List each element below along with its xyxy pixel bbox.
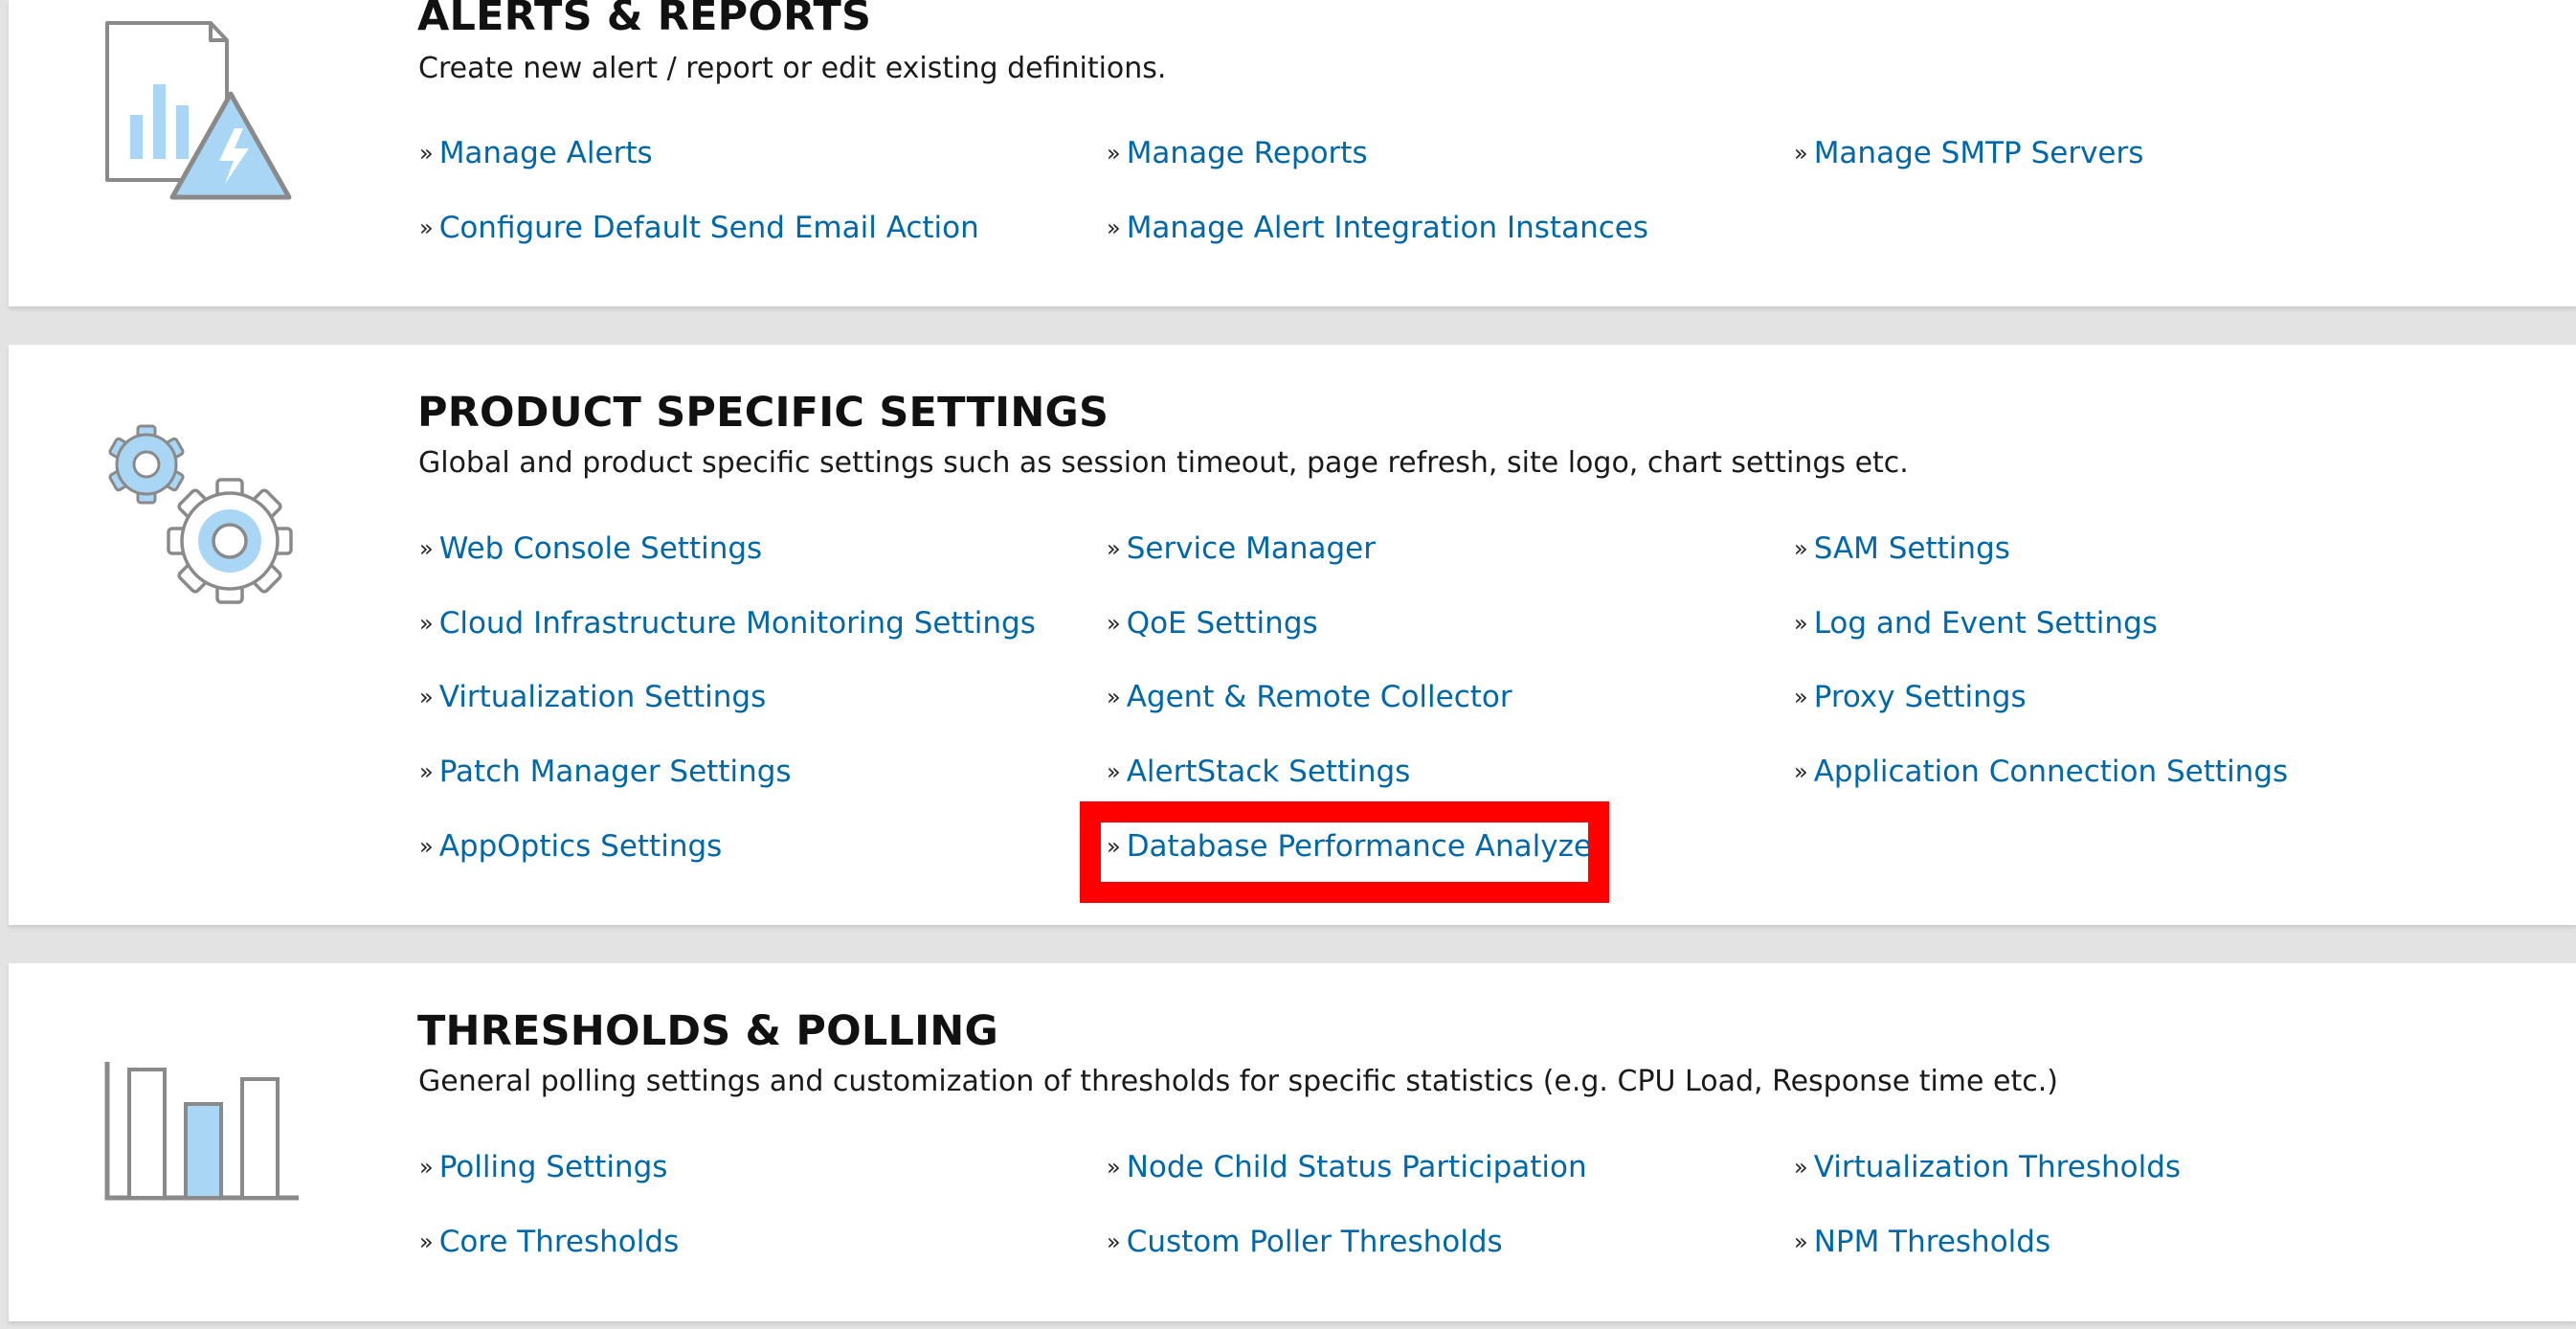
- polling-settings-link[interactable]: Polling Settings: [439, 1150, 668, 1184]
- link-bullet: »: [1107, 1228, 1121, 1255]
- web-console-settings-link[interactable]: Web Console Settings: [439, 531, 763, 566]
- qoe-settings-link[interactable]: QoE Settings: [1127, 606, 1318, 641]
- link-bullet: »: [1794, 758, 1808, 785]
- link-bullet: »: [1794, 1228, 1808, 1255]
- link-bullet: »: [1794, 1154, 1808, 1181]
- proxy-settings-item: » Proxy Settings: [1794, 678, 2027, 716]
- appoptics-settings-link[interactable]: AppOptics Settings: [439, 829, 723, 864]
- manage-alerts-item: » Manage Alerts: [419, 134, 653, 172]
- custom-poller-thresholds-link[interactable]: Custom Poller Thresholds: [1127, 1225, 1503, 1259]
- custom-poller-thresholds-item: » Custom Poller Thresholds: [1107, 1223, 1503, 1261]
- patch-manager-settings-link[interactable]: Patch Manager Settings: [439, 755, 792, 789]
- gears-icon: [108, 424, 293, 604]
- cloud-infrastructure-monitoring-link[interactable]: Cloud Infrastructure Monitoring Settings: [439, 606, 1036, 641]
- link-bullet: »: [1107, 140, 1121, 167]
- web-console-settings-item: » Web Console Settings: [419, 529, 762, 568]
- link-bullet: »: [1107, 610, 1121, 637]
- alertstack-settings-link[interactable]: AlertStack Settings: [1127, 755, 1411, 789]
- application-connection-settings-link[interactable]: Application Connection Settings: [1814, 755, 2288, 789]
- proxy-settings-link[interactable]: Proxy Settings: [1814, 680, 2027, 714]
- link-bullet: »: [419, 833, 434, 860]
- link-bullet: »: [1794, 140, 1808, 167]
- manage-reports-item: » Manage Reports: [1107, 134, 1368, 172]
- npm-thresholds-item: » NPM Thresholds: [1794, 1223, 2050, 1261]
- manage-smtp-servers-item: » Manage SMTP Servers: [1794, 134, 2143, 172]
- sam-settings-item: » SAM Settings: [1794, 529, 2010, 568]
- manage-smtp-servers-link[interactable]: Manage SMTP Servers: [1814, 136, 2144, 170]
- qoe-settings-item: » QoE Settings: [1107, 604, 1318, 642]
- core-thresholds-link[interactable]: Core Thresholds: [439, 1225, 680, 1259]
- npm-thresholds-link[interactable]: NPM Thresholds: [1814, 1225, 2050, 1259]
- alerts-reports-description: Create new alert / report or edit existi…: [418, 52, 1167, 85]
- manage-alert-integration-link[interactable]: Manage Alert Integration Instances: [1127, 211, 1648, 245]
- manage-reports-link[interactable]: Manage Reports: [1127, 136, 1368, 170]
- link-bullet: »: [419, 535, 434, 562]
- node-child-status-participation-link[interactable]: Node Child Status Participation: [1127, 1150, 1587, 1184]
- link-bullet: »: [419, 214, 434, 241]
- link-bullet: »: [419, 684, 434, 710]
- log-and-event-settings-link[interactable]: Log and Event Settings: [1814, 606, 2158, 641]
- virtualization-thresholds-link[interactable]: Virtualization Thresholds: [1814, 1150, 2181, 1184]
- service-manager-link[interactable]: Service Manager: [1127, 531, 1376, 566]
- link-bullet: »: [1107, 535, 1121, 562]
- thresholds-polling-description: General polling settings and customizati…: [418, 1065, 2058, 1098]
- alerts-reports-title: ALERTS & REPORTS: [417, 0, 872, 40]
- thresholds-polling-panel: THRESHOLDS & POLLING General polling set…: [9, 963, 2576, 1321]
- virtualization-settings-item: » Virtualization Settings: [419, 678, 766, 716]
- manage-alerts-link[interactable]: Manage Alerts: [439, 136, 653, 170]
- database-performance-analyzer-item: » Database Performance Analyzer: [1107, 827, 1604, 866]
- sam-settings-link[interactable]: SAM Settings: [1814, 531, 2010, 566]
- manage-alert-integration-item: » Manage Alert Integration Instances: [1107, 209, 1648, 247]
- link-bullet: »: [419, 1154, 434, 1181]
- link-bullet: »: [1794, 535, 1808, 562]
- link-bullet: »: [1107, 214, 1121, 241]
- link-bullet: »: [1107, 758, 1121, 785]
- link-bullet: »: [419, 1228, 434, 1255]
- agent-remote-collector-item: » Agent & Remote Collector: [1107, 678, 1512, 716]
- patch-manager-settings-item: » Patch Manager Settings: [419, 753, 792, 791]
- agent-remote-collector-link[interactable]: Agent & Remote Collector: [1127, 680, 1512, 714]
- link-bullet: »: [419, 140, 434, 167]
- report-alert-icon: [105, 21, 292, 200]
- link-bullet: »: [419, 758, 434, 785]
- configure-default-send-email-item: » Configure Default Send Email Action: [419, 209, 979, 247]
- link-bullet: »: [1107, 1154, 1121, 1181]
- bar-chart-icon: [104, 1062, 299, 1201]
- polling-settings-item: » Polling Settings: [419, 1148, 667, 1186]
- product-specific-settings-title: PRODUCT SPECIFIC SETTINGS: [417, 389, 1109, 437]
- node-child-status-participation-item: » Node Child Status Participation: [1107, 1148, 1587, 1186]
- configure-default-send-email-link[interactable]: Configure Default Send Email Action: [439, 211, 979, 245]
- log-and-event-settings-item: » Log and Event Settings: [1794, 604, 2158, 642]
- virtualization-settings-link[interactable]: Virtualization Settings: [439, 680, 767, 714]
- product-specific-settings-description: Global and product specific settings suc…: [418, 446, 1909, 480]
- link-bullet: »: [1794, 684, 1808, 710]
- core-thresholds-item: » Core Thresholds: [419, 1223, 679, 1261]
- alerts-reports-panel: ALERTS & REPORTS Create new alert / repo…: [9, 0, 2576, 306]
- thresholds-polling-title: THRESHOLDS & POLLING: [417, 1007, 998, 1055]
- product-specific-settings-panel: PRODUCT SPECIFIC SETTINGS Global and pro…: [9, 345, 2576, 925]
- link-bullet: »: [1107, 684, 1121, 710]
- link-bullet: »: [1107, 833, 1121, 860]
- cloud-infrastructure-monitoring-item: » Cloud Infrastructure Monitoring Setting…: [419, 604, 1036, 642]
- database-performance-analyzer-link[interactable]: Database Performance Analyzer: [1127, 829, 1604, 864]
- appoptics-settings-item: » AppOptics Settings: [419, 827, 722, 866]
- link-bullet: »: [419, 610, 434, 637]
- alertstack-settings-item: » AlertStack Settings: [1107, 753, 1410, 791]
- application-connection-settings-item: » Application Connection Settings: [1794, 753, 2288, 791]
- link-bullet: »: [1794, 610, 1808, 637]
- service-manager-item: » Service Manager: [1107, 529, 1376, 568]
- virtualization-thresholds-item: » Virtualization Thresholds: [1794, 1148, 2181, 1186]
